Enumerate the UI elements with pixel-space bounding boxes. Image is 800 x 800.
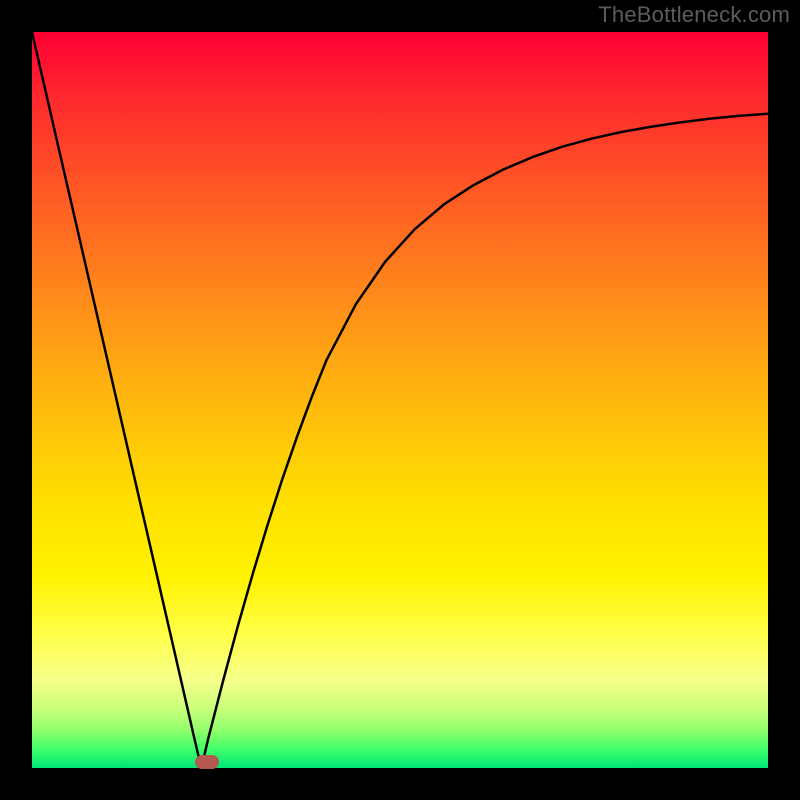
- minimum-marker: [195, 755, 219, 769]
- bottleneck-curve: [32, 32, 768, 768]
- chart-frame: TheBottleneck.com: [0, 0, 800, 800]
- plot-area: [32, 32, 768, 768]
- curve-svg: [32, 32, 768, 768]
- watermark-text: TheBottleneck.com: [598, 2, 790, 28]
